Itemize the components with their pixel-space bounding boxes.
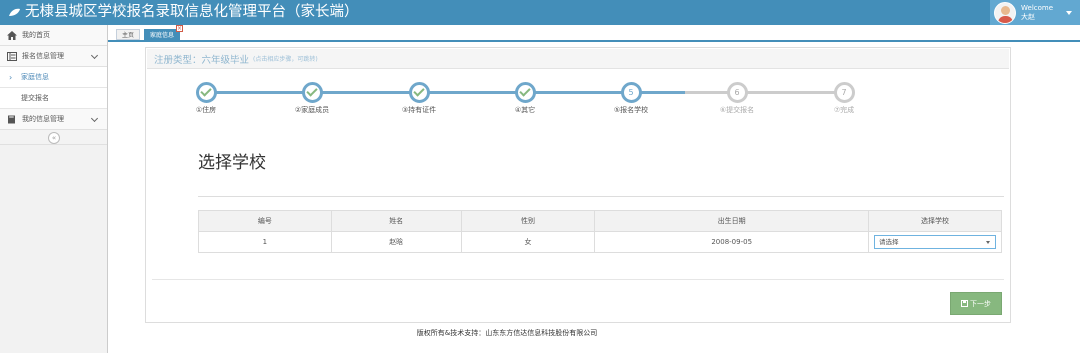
column-header: 姓名 [330, 210, 462, 232]
check-icon [514, 82, 536, 103]
divider [152, 279, 1004, 280]
sidebar-collapse-row: « [0, 130, 107, 145]
column-header: 编号 [198, 210, 332, 232]
cell-id: 1 [198, 231, 332, 253]
book-icon [8, 115, 15, 123]
registration-type: 注册类型：六年级毕业 [154, 54, 250, 66]
wizard-step-6[interactable]: 6 ⑥提交报名 [697, 82, 777, 115]
wizard-step-4[interactable]: ④其它 [485, 82, 565, 115]
main-panel: 注册类型：六年级毕业 (点击相应步骤，可跳转) ①住房 ②家庭成员 ③持有证件 … [145, 47, 1011, 323]
caret-down-icon [985, 241, 990, 244]
sidebar-subitem-family-info[interactable]: › 家庭信息 [0, 67, 107, 88]
registration-hint: (点击相应步骤，可跳转) [253, 56, 318, 63]
chevron-down-icon [90, 114, 99, 123]
table-header-row: 编号 姓名 性别 出生日期 选择学校 [198, 210, 1003, 232]
tab-home[interactable]: 主页 [116, 29, 141, 40]
check-icon [195, 82, 217, 103]
cell-birth-date: 2008-09-05 [594, 231, 869, 253]
cell-gender: 女 [460, 231, 596, 253]
sidebar-item-my-info[interactable]: 我的信息管理 [0, 109, 107, 130]
wizard-steps: ①住房 ②家庭成员 ③持有证件 ④其它 5 ⑤报名学校 6 ⑥提交报名 7 ⑦完… [146, 82, 1012, 122]
step-number: 7 [833, 82, 855, 103]
sidebar-subitem-label: 提交报名 [21, 94, 49, 102]
step-number: 5 [620, 82, 642, 103]
sidebar-item-label: 我的首页 [22, 31, 50, 39]
tab-bar: 主页 家庭信息 × [108, 25, 1080, 42]
footer-copyright: 版权所有&技术支持：山东东方信达信息科技股份有限公司 [416, 329, 598, 337]
home-icon [7, 30, 17, 40]
app-title: 无棣县城区学校报名录取信息化管理平台（家长端） [25, 4, 359, 20]
sidebar-subitem-submit[interactable]: 提交报名 [0, 88, 107, 109]
wizard-step-3[interactable]: ③持有证件 [379, 82, 459, 115]
sidebar: 我的首页 报名信息管理 › 家庭信息 提交报名 我的信息管理 « [0, 25, 108, 353]
student-table: 编号 姓名 性别 出生日期 选择学校 1 赵晗 女 2008-09-05 请选择 [198, 210, 1003, 253]
sidebar-item-home[interactable]: 我的首页 [0, 25, 107, 46]
check-icon [408, 82, 430, 103]
close-icon[interactable]: × [176, 25, 184, 32]
column-header: 性别 [460, 210, 596, 232]
avatar [994, 1, 1016, 24]
sidebar-subitem-label: 家庭信息 [21, 73, 49, 81]
user-menu[interactable]: Welcome 大赵 [990, 0, 1080, 25]
wizard-step-5[interactable]: 5 ⑤报名学校 [591, 82, 671, 115]
list-icon [7, 51, 17, 61]
step-number: 6 [726, 82, 748, 103]
user-name: 大赵 [1021, 12, 1035, 21]
angle-right-icon: › [9, 73, 13, 82]
sidebar-item-label: 我的信息管理 [22, 115, 64, 123]
tab-family-info[interactable]: 家庭信息 × [144, 25, 184, 40]
check-icon [301, 82, 323, 103]
wizard-step-7[interactable]: 7 ⑦完成 [804, 82, 884, 115]
sidebar-item-label: 报名信息管理 [22, 52, 64, 60]
next-button[interactable]: 下一步 [950, 292, 1002, 315]
wizard-step-1[interactable]: ①住房 [166, 82, 246, 115]
school-select[interactable]: 请选择 [873, 235, 996, 249]
cell-name: 赵晗 [330, 231, 462, 253]
panel-header: 注册类型：六年级毕业 (点击相应步骤，可跳转) [147, 49, 1009, 69]
chevron-down-icon [90, 51, 99, 60]
sidebar-item-registration[interactable]: 报名信息管理 [0, 46, 107, 67]
welcome-text: Welcome [1021, 3, 1054, 12]
column-header: 出生日期 [594, 210, 869, 232]
brand[interactable]: 无棣县城区学校报名录取信息化管理平台（家长端） [8, 2, 359, 23]
column-header: 选择学校 [867, 210, 1003, 232]
caret-down-icon [1066, 11, 1072, 15]
table-row: 1 赵晗 女 2008-09-05 请选择 [198, 231, 1003, 253]
section-title: 选择学校 [198, 153, 266, 173]
divider [198, 196, 1004, 197]
leaf-icon [9, 8, 20, 16]
save-icon [961, 300, 968, 307]
top-navbar: 无棣县城区学校报名录取信息化管理平台（家长端） Welcome 大赵 [0, 0, 1080, 25]
wizard-step-2[interactable]: ②家庭成员 [272, 82, 352, 115]
collapse-icon[interactable]: « [48, 132, 60, 144]
